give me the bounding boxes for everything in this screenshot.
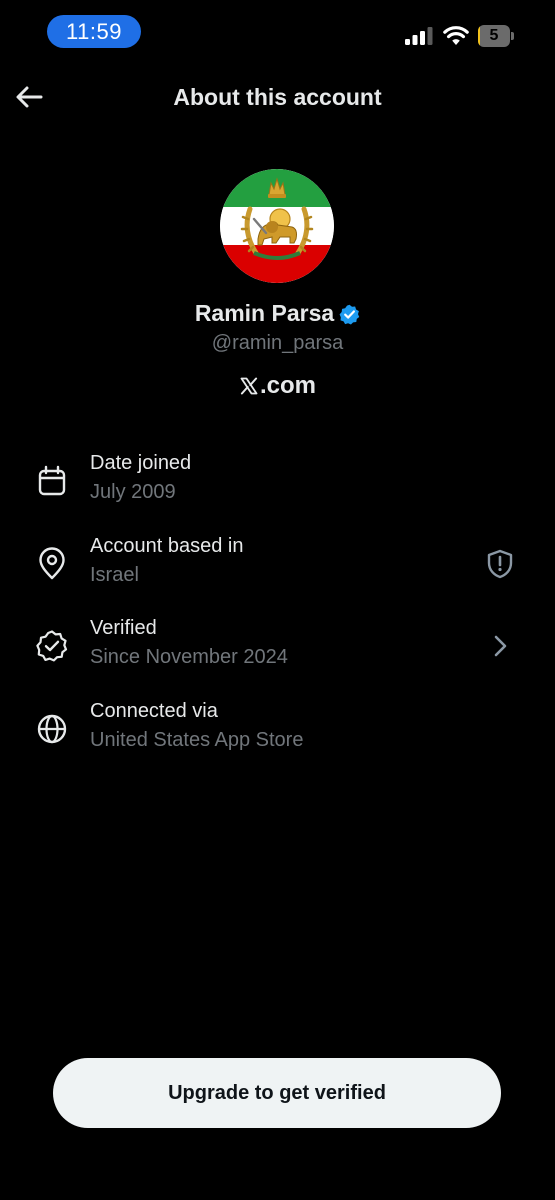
page-title: About this account xyxy=(173,84,382,110)
display-name-row: Ramin Parsa xyxy=(0,300,555,327)
chevron-right-icon xyxy=(494,635,507,657)
verified-badge-icon xyxy=(339,304,360,325)
status-bar: 11:59 5 xyxy=(0,0,555,64)
info-row-connected-via: Connected via United States App Store xyxy=(0,700,555,770)
status-time: 11:59 xyxy=(47,15,141,48)
row-value: Since November 2024 xyxy=(90,646,288,668)
row-title: Account based in xyxy=(90,535,244,557)
info-row-date-joined: Date joined July 2009 xyxy=(0,452,555,522)
battery-body: 5 xyxy=(478,25,510,47)
row-value: Israel xyxy=(90,564,139,586)
display-name: Ramin Parsa xyxy=(194,300,335,326)
site-text: .com xyxy=(259,372,316,399)
site-link[interactable]: .com xyxy=(0,372,555,400)
upgrade-to-get-verified-button[interactable]: Upgrade to get verified xyxy=(53,1058,501,1128)
battery-level: 5 xyxy=(489,27,499,44)
battery-indicator: 5 xyxy=(478,25,514,47)
verified-check-icon xyxy=(36,630,68,662)
handle: @ramin_parsa xyxy=(211,332,344,354)
location-pin-icon xyxy=(39,547,65,580)
x-logo-icon xyxy=(240,377,258,395)
row-title: Verified xyxy=(90,617,157,639)
row-title: Date joined xyxy=(90,452,192,474)
lion-and-sun-emblem xyxy=(220,169,334,283)
calendar-icon xyxy=(38,465,66,496)
row-title: Connected via xyxy=(90,700,218,722)
row-value: United States App Store xyxy=(90,729,304,751)
cellular-signal-icon xyxy=(405,27,433,45)
shield-icon[interactable] xyxy=(485,549,515,579)
info-row-verified[interactable]: Verified Since November 2024 xyxy=(0,617,555,687)
avatar[interactable] xyxy=(220,169,334,283)
wifi-icon xyxy=(443,26,469,45)
info-row-account-based-in: Account based in Israel xyxy=(0,535,555,605)
row-value: July 2009 xyxy=(90,481,176,503)
globe-icon xyxy=(37,714,67,744)
battery-tip xyxy=(511,32,514,40)
